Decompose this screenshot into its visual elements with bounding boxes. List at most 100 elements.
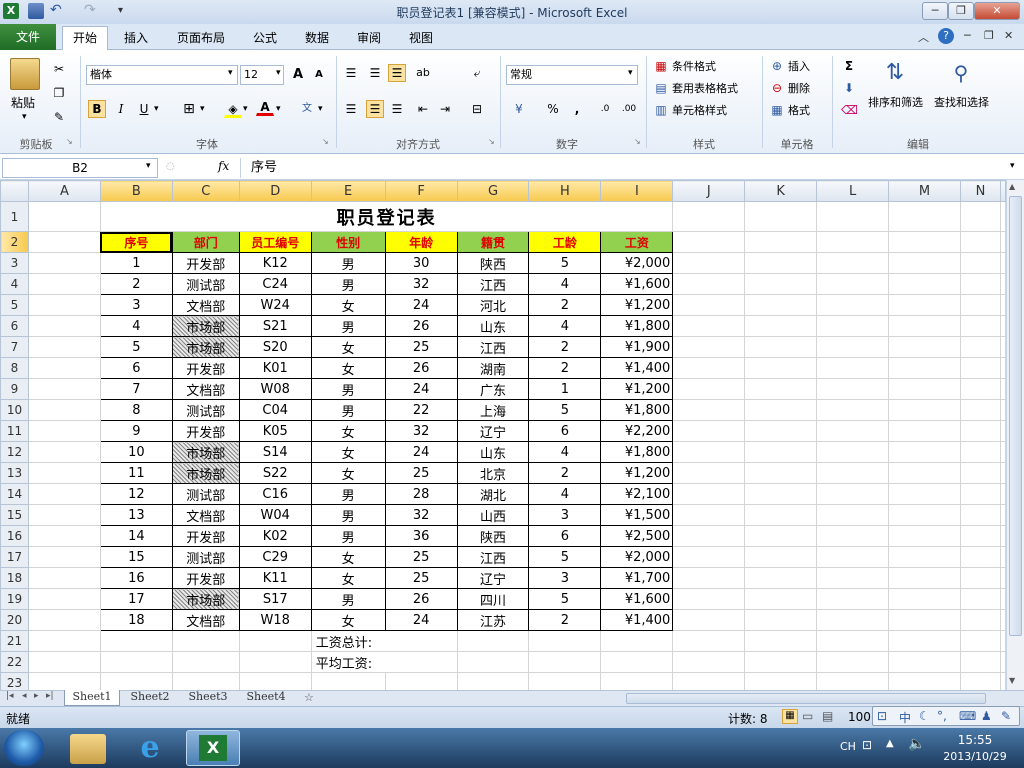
name-box[interactable]: B2 (2, 158, 158, 178)
percent-icon[interactable]: % (544, 100, 562, 118)
currency-icon[interactable]: ¥ (510, 100, 528, 118)
data-cell[interactable]: 25 (384, 336, 458, 358)
cell[interactable] (672, 294, 746, 316)
cell[interactable] (959, 252, 1002, 274)
ime-keyboard-icon[interactable]: ⌨ (959, 709, 976, 723)
align-right-icon[interactable]: ☰ (388, 100, 406, 118)
data-cell[interactable]: 11 (99, 462, 173, 484)
cell[interactable] (888, 357, 961, 379)
data-cell[interactable]: 广东 (456, 378, 530, 400)
cell[interactable] (959, 357, 1002, 379)
data-cell[interactable]: 湖北 (456, 483, 530, 505)
row-header-9[interactable]: 9 (0, 378, 29, 400)
align-center-icon[interactable]: ☰ (366, 100, 384, 118)
cell[interactable] (744, 399, 818, 421)
row-header-13[interactable]: 13 (0, 462, 29, 484)
cell[interactable] (744, 672, 818, 690)
data-cell[interactable]: 3 (528, 504, 602, 526)
data-cell[interactable]: 女 (310, 546, 386, 568)
cell[interactable] (888, 567, 961, 589)
cell[interactable] (744, 294, 818, 316)
data-cell[interactable]: ¥2,000 (600, 252, 674, 274)
cell[interactable] (171, 630, 240, 652)
cell[interactable] (27, 567, 101, 589)
data-cell[interactable]: 26 (384, 315, 458, 337)
header-cell[interactable]: 籍贯 (456, 231, 530, 253)
data-cell[interactable]: 江苏 (456, 609, 530, 631)
header-cell[interactable]: 性别 (310, 231, 386, 253)
insert-cells-icon[interactable]: ⊕ (768, 57, 786, 75)
cell[interactable] (99, 630, 173, 652)
data-cell[interactable]: 男 (310, 315, 386, 337)
cell[interactable] (888, 378, 961, 400)
data-cell[interactable]: 13 (99, 504, 173, 526)
cell[interactable] (744, 273, 818, 295)
cell[interactable] (27, 651, 101, 673)
dialog-launcher-icon[interactable]: ↘ (322, 137, 329, 146)
copy-icon[interactable]: ❐ (50, 84, 68, 102)
row-header-21[interactable]: 21 (0, 630, 29, 652)
cell[interactable] (888, 441, 961, 463)
data-cell[interactable]: 市场部 (171, 441, 240, 463)
cell[interactable] (27, 252, 101, 274)
cell[interactable] (1000, 441, 1006, 463)
data-cell[interactable]: W08 (238, 378, 312, 400)
data-cell[interactable]: 4 (99, 315, 173, 337)
cell[interactable] (528, 672, 602, 690)
tab-review[interactable]: 审阅 (357, 29, 381, 46)
cell[interactable] (27, 231, 101, 253)
close-button[interactable]: ✕ (974, 2, 1020, 20)
cell[interactable] (238, 630, 312, 652)
data-cell[interactable]: 开发部 (171, 252, 240, 274)
column-header-F[interactable]: F (384, 180, 458, 202)
row-header-8[interactable]: 8 (0, 357, 29, 379)
data-cell[interactable]: 12 (99, 483, 173, 505)
column-header-L[interactable]: L (816, 180, 890, 202)
data-cell[interactable]: ¥1,400 (600, 609, 674, 631)
cell[interactable] (456, 651, 530, 673)
cell[interactable] (672, 609, 746, 631)
page-layout-view-icon[interactable]: ▭ (802, 709, 813, 723)
cell[interactable] (744, 483, 818, 505)
ime-lang[interactable]: 中 (899, 709, 911, 726)
data-cell[interactable]: 32 (384, 420, 458, 442)
row-header-23[interactable]: 23 (0, 672, 29, 690)
data-cell[interactable]: 湖南 (456, 357, 530, 379)
cell[interactable] (528, 630, 602, 652)
cell[interactable] (888, 651, 961, 673)
cell[interactable] (888, 525, 961, 547)
row-header-18[interactable]: 18 (0, 567, 29, 589)
cell[interactable] (959, 315, 1002, 337)
sheet-tab-sheet2[interactable]: Sheet2 (122, 690, 178, 706)
cell[interactable] (1000, 567, 1006, 589)
data-cell[interactable]: 6 (528, 525, 602, 547)
cell[interactable] (888, 201, 961, 232)
data-cell[interactable]: C24 (238, 273, 312, 295)
cell[interactable] (1000, 588, 1006, 610)
cell[interactable] (27, 378, 101, 400)
cell[interactable] (744, 357, 818, 379)
cell[interactable] (888, 399, 961, 421)
data-cell[interactable]: 江西 (456, 546, 530, 568)
cell[interactable] (816, 462, 890, 484)
cell[interactable] (672, 546, 746, 568)
cell[interactable] (816, 672, 890, 690)
data-cell[interactable]: 28 (384, 483, 458, 505)
data-cell[interactable]: 男 (310, 483, 386, 505)
font-color-dropdown-icon[interactable]: ▾ (276, 104, 281, 114)
cell[interactable] (384, 672, 458, 690)
insert-cells-button[interactable]: 插入 (788, 58, 810, 74)
wrap-text-icon[interactable]: ⤶ (468, 64, 486, 82)
cell[interactable] (816, 567, 890, 589)
sheet-tab-sheet1[interactable]: Sheet1 (64, 690, 120, 706)
minimize-button[interactable]: ─ (922, 2, 948, 20)
cell[interactable] (888, 672, 961, 690)
cell[interactable] (238, 672, 312, 690)
data-cell[interactable]: 2 (528, 462, 602, 484)
data-cell[interactable]: W04 (238, 504, 312, 526)
header-cell[interactable]: 序号 (99, 231, 173, 253)
cell[interactable] (888, 483, 961, 505)
data-cell[interactable]: 山东 (456, 315, 530, 337)
page-break-view-icon[interactable]: ▤ (822, 709, 833, 723)
data-cell[interactable]: 2 (528, 294, 602, 316)
